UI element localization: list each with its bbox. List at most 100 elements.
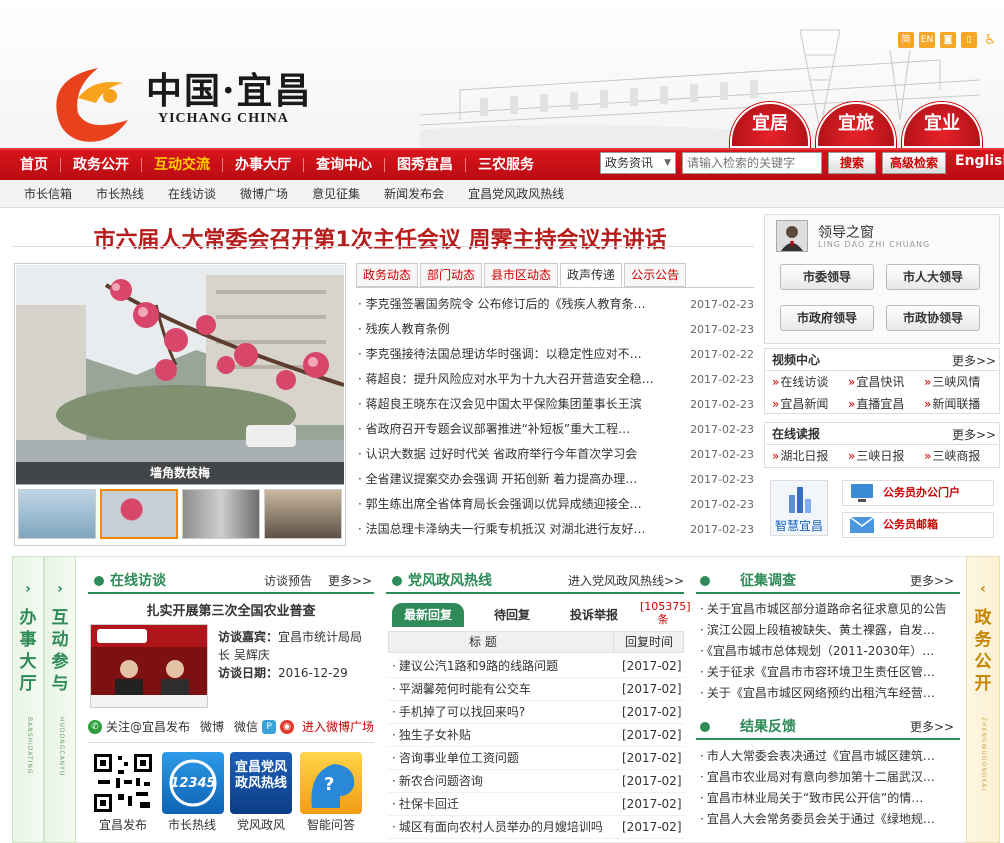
- simplified-chinese-icon[interactable]: 简: [898, 32, 914, 48]
- survey-list-item[interactable]: 关于宜昌市城区部分道路命名征求意见的公告: [700, 599, 956, 620]
- wechat-link[interactable]: 微信: [234, 718, 258, 735]
- advanced-search-button[interactable]: 高级检索: [882, 152, 946, 174]
- cppcc-leaders-button[interactable]: 市政协领导: [886, 305, 980, 331]
- online-newspaper-more-link[interactable]: 更多>>: [952, 426, 996, 443]
- qr-code-icon[interactable]: [92, 752, 154, 814]
- table-row[interactable]: 平湖馨苑何时能有公交车 [2017-02]: [388, 678, 684, 701]
- hotline-row-title[interactable]: 独生子女补贴: [392, 724, 612, 747]
- news-title[interactable]: · 全省建议提案交办会强调 开拓创新 着力提高办理…: [358, 467, 658, 492]
- news-list-item[interactable]: · 蒋超良：提升风险应对水平为十九大召开营造安全稳… 2017-02-23: [358, 367, 754, 392]
- subnav-item[interactable]: 宜昌党风政风热线: [456, 185, 576, 202]
- feedback-list-item[interactable]: 宜昌市林业局关于“致市民公开信”的情…: [700, 788, 956, 809]
- follow-weibo-link[interactable]: 关注@宜昌发布: [106, 718, 190, 735]
- feedback-list-item[interactable]: 宜昌市农业局对有意向参加第十二届武汉…: [700, 767, 956, 788]
- tile-label[interactable]: 党风政风: [226, 816, 296, 833]
- hotline-row-title[interactable]: 城区有面向农村人员举办的月嫂培训吗: [392, 816, 612, 839]
- weibo-square-link[interactable]: 进入微博广场: [302, 718, 374, 735]
- tile-label[interactable]: 智能问答: [296, 816, 366, 833]
- smart-qa-icon[interactable]: ?: [300, 752, 362, 814]
- search-input[interactable]: [682, 152, 822, 174]
- survey-section-title[interactable]: 征集调查: [700, 570, 796, 590]
- table-row[interactable]: 城区有面向农村人员举办的月嫂培训吗 [2017-02]: [388, 816, 684, 839]
- featured-photo[interactable]: [16, 265, 344, 485]
- civil-servant-mail-button[interactable]: 公务员邮箱: [842, 512, 994, 538]
- tab-news[interactable]: 政务动态: [356, 263, 419, 287]
- headline-news[interactable]: 市六届人大常委会召开第1次主任会议 周霁主持会议并讲话: [0, 222, 760, 254]
- news-list-item[interactable]: · 全省建议提案交办会强调 开拓创新 着力提高办理… 2017-02-23: [358, 467, 754, 492]
- hotline-12345-icon[interactable]: 12345: [162, 752, 224, 814]
- civil-servant-portal-button[interactable]: 公务员办公门户: [842, 480, 994, 506]
- table-row[interactable]: 社保卡回迁 [2017-02]: [388, 793, 684, 816]
- nav-item[interactable]: 查询中心: [304, 150, 384, 180]
- news-list-item[interactable]: · 省政府召开专题会议部署推进“补短板”重大工程… 2017-02-23: [358, 417, 754, 442]
- mobile-app-icon[interactable]: P: [262, 719, 277, 734]
- table-row[interactable]: 手机掉了可以找回来吗? [2017-02]: [388, 701, 684, 724]
- video-link[interactable]: 新闻联播: [924, 395, 980, 412]
- news-title[interactable]: · 郭生练出席全省体育局长会强调以优异成绩迎接全…: [358, 492, 658, 517]
- accessibility-icon[interactable]: ♿: [982, 32, 998, 48]
- weibo-link[interactable]: 微博: [200, 718, 224, 735]
- hotline-row-title[interactable]: 手机掉了可以找回来吗?: [392, 701, 612, 724]
- news-title[interactable]: · 蒋超良：提升风险应对水平为十九大召开营造安全稳…: [358, 367, 658, 392]
- hotline-enter-link[interactable]: 进入党风政风热线>>: [568, 572, 684, 589]
- survey-list-item[interactable]: 关于征求《宜昌市市容环境卫生责任区管…: [700, 662, 956, 683]
- video-link[interactable]: 三峡风情: [924, 373, 980, 390]
- hotline-section-title[interactable]: 党风政风热线: [392, 570, 492, 590]
- news-title[interactable]: · 省政府召开专题会议部署推进“补短板”重大工程…: [358, 417, 658, 442]
- hotline-row-title[interactable]: 社保卡回迁: [392, 793, 612, 816]
- interview-more-link[interactable]: 更多>>: [328, 572, 372, 589]
- nav-item[interactable]: 图秀宜昌: [385, 150, 465, 180]
- search-category-select[interactable]: 政务资讯 ▼: [600, 152, 676, 174]
- news-list-item[interactable]: · 残疾人教育条例 2017-02-23: [358, 317, 754, 342]
- tile-label[interactable]: 市长热线: [157, 816, 227, 833]
- nav-item[interactable]: 互动交流: [142, 150, 222, 180]
- interview-section-title[interactable]: 在线访谈: [94, 570, 166, 590]
- side-tab-hudong[interactable]: › 互 动 参 与 HUDONGCANYU: [44, 556, 76, 843]
- feedback-list-item[interactable]: 市人大常委会表决通过《宜昌市城区建筑…: [700, 746, 956, 767]
- news-title[interactable]: · 认识大数据 过好时代关 省政府举行今年首次学习会: [358, 442, 658, 467]
- hotline-row-title[interactable]: 新农合问题咨询: [392, 770, 612, 793]
- subnav-item[interactable]: 市长热线: [84, 185, 156, 202]
- side-tab-zhengwu[interactable]: ‹ 政 务 公 开 ZHENGWUGONGKAI: [966, 556, 1000, 843]
- photo-thumbnail[interactable]: [100, 489, 178, 539]
- english-icon[interactable]: EN: [919, 32, 935, 48]
- video-center-more-link[interactable]: 更多>>: [952, 352, 996, 369]
- table-row[interactable]: 新农合问题咨询 [2017-02]: [388, 770, 684, 793]
- weibo-icon[interactable]: ◉: [280, 719, 295, 734]
- subnav-item[interactable]: 意见征集: [300, 185, 372, 202]
- subnav-item[interactable]: 新闻发布会: [372, 185, 456, 202]
- news-title[interactable]: · 蒋超良王晓东在汉会见中国太平保险集团董事长王滨: [358, 392, 658, 417]
- government-leaders-button[interactable]: 市政府领导: [780, 305, 874, 331]
- video-link[interactable]: 直播宜昌: [848, 395, 904, 412]
- tab-news[interactable]: 公示公告: [624, 263, 687, 287]
- party-style-hotline-icon[interactable]: 宜昌党风政风热线: [230, 752, 292, 814]
- nav-item[interactable]: 政务公开: [61, 150, 141, 180]
- news-title[interactable]: · 残疾人教育条例: [358, 317, 658, 342]
- video-link[interactable]: 宜昌快讯: [848, 373, 904, 390]
- search-button[interactable]: 搜索: [828, 152, 876, 174]
- nav-item[interactable]: 首页: [8, 150, 60, 180]
- photo-thumbnail[interactable]: [182, 489, 260, 539]
- subnav-item[interactable]: 市长信箱: [12, 185, 84, 202]
- news-list-item[interactable]: · 蒋超良王晓东在汉会见中国太平保险集团董事长王滨 2017-02-23: [358, 392, 754, 417]
- news-title[interactable]: · 李克强签署国务院令 公布修订后的《残疾人教育条…: [358, 292, 658, 317]
- hotline-row-title[interactable]: 平湖馨苑何时能有公交车: [392, 678, 612, 701]
- tab-news[interactable]: 部门动态: [420, 263, 483, 287]
- news-title[interactable]: · 法国总理卡泽纳夫一行乘专机抵汉 对湖北进行友好…: [358, 517, 658, 542]
- tab-complaints[interactable]: 投诉举报: [570, 603, 618, 627]
- survey-more-link[interactable]: 更多>>: [910, 572, 954, 589]
- news-title[interactable]: · 李克强接待法国总理访华时强调：以稳定性应对不…: [358, 342, 658, 367]
- tab-news[interactable]: 政声传递: [560, 263, 623, 287]
- tab-news[interactable]: 县市区动态: [484, 263, 559, 287]
- newspaper-link[interactable]: 湖北日报: [772, 447, 828, 464]
- tab-pending-replies[interactable]: 待回复: [494, 603, 530, 627]
- table-row[interactable]: 独生子女补贴 [2017-02]: [388, 724, 684, 747]
- table-row[interactable]: 咨询事业单位工资问题 [2017-02]: [388, 747, 684, 770]
- newspaper-link[interactable]: 三峡日报: [848, 447, 904, 464]
- news-list-item[interactable]: · 李克强签署国务院令 公布修订后的《残疾人教育条… 2017-02-23: [358, 292, 754, 317]
- feedback-section-title[interactable]: 结果反馈: [700, 716, 796, 736]
- hotline-row-title[interactable]: 咨询事业单位工资问题: [392, 747, 612, 770]
- tile-label[interactable]: 宜昌发布: [88, 816, 158, 833]
- side-tab-banshi[interactable]: › 办 事 大 厅 BANSHIDATING: [12, 556, 44, 843]
- mobile-icon[interactable]: ▯: [961, 32, 977, 48]
